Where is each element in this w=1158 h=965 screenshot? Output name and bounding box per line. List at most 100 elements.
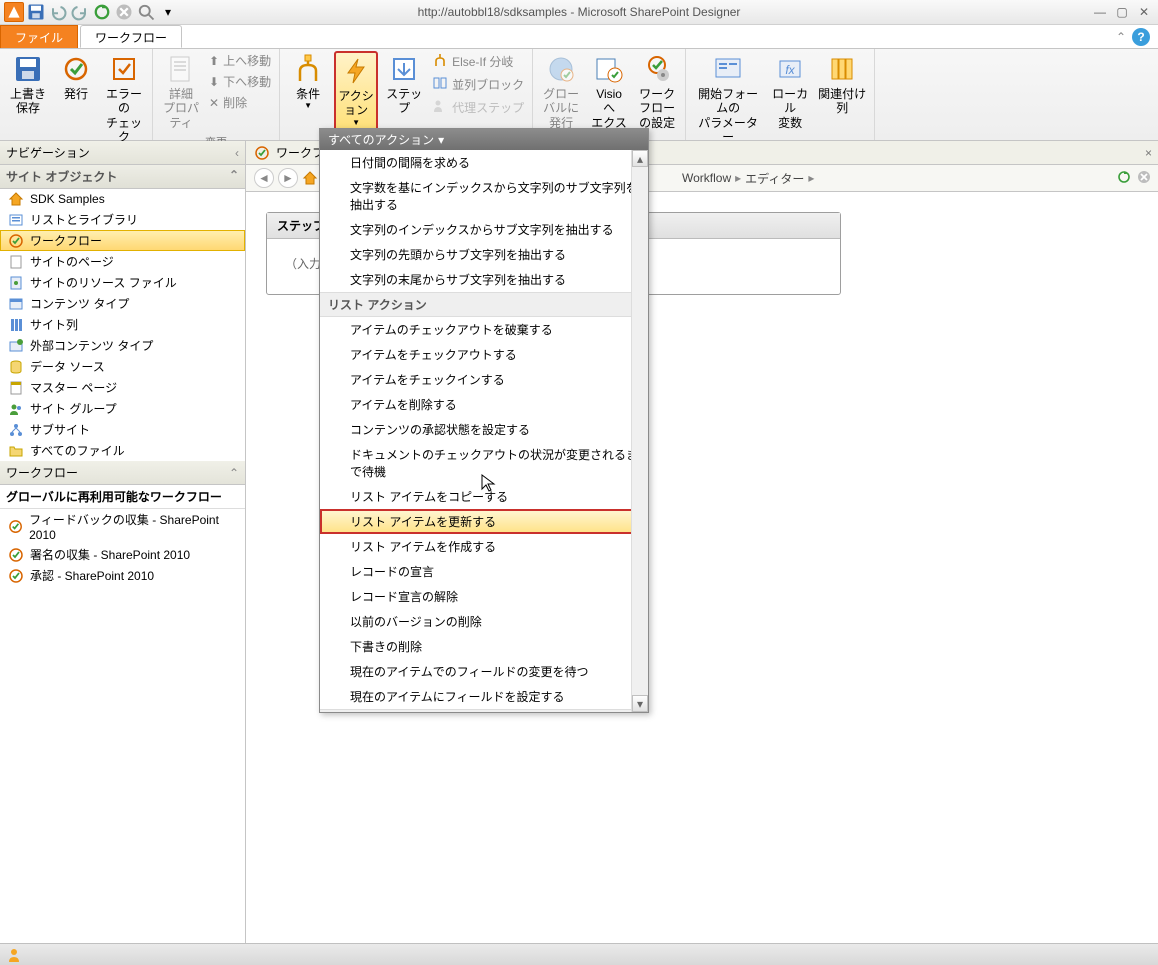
local-vars-button[interactable]: fxローカル 変数: [768, 51, 812, 132]
delegate-step-button[interactable]: 代理ステップ: [430, 97, 526, 118]
action-item[interactable]: リスト アイテムを作成する: [320, 534, 648, 559]
publish-global-button: グローバルに 発行: [539, 51, 583, 132]
save-icon[interactable]: [26, 2, 46, 22]
action-item[interactable]: アイテムのチェックアウトを破棄する: [320, 317, 648, 342]
file-tab[interactable]: ファイル: [0, 25, 78, 48]
action-item-update-list-item[interactable]: リスト アイテムを更新する: [320, 509, 648, 534]
undo-icon[interactable]: [48, 2, 68, 22]
crumb-arrow-icon: ▸: [735, 171, 741, 185]
help-icon[interactable]: ?: [1132, 28, 1150, 46]
scroll-up-icon[interactable]: ▴: [632, 150, 648, 167]
dropdown-scrollbar[interactable]: ▴ ▾: [631, 150, 648, 712]
nav-item-external-ct[interactable]: 外部コンテンツ タイプ: [0, 335, 245, 356]
status-user-icon[interactable]: [6, 947, 22, 963]
nav-item-lists[interactable]: リストとライブラリ: [0, 209, 245, 230]
home-icon[interactable]: [302, 170, 318, 186]
nav-back-icon[interactable]: ◄: [254, 168, 274, 188]
collapse-icon[interactable]: ‹: [235, 146, 239, 160]
list-icon: [8, 212, 24, 228]
action-item[interactable]: コンテンツの承認状態を設定する: [320, 417, 648, 442]
workflow-tab[interactable]: ワークフロー: [80, 25, 182, 48]
refresh-icon[interactable]: [1116, 169, 1132, 188]
stop-icon[interactable]: [114, 2, 134, 22]
save-button[interactable]: 上書き 保存: [6, 51, 50, 118]
parallel-block-button[interactable]: 並列ブロック: [430, 74, 526, 95]
wf-item-approval[interactable]: 承認 - SharePoint 2010: [0, 565, 245, 586]
assoc-columns-button[interactable]: 関連付け列: [816, 51, 868, 118]
arrow-up-icon: ⬆: [209, 54, 219, 68]
subsites-icon: [8, 422, 24, 438]
nav-item-data-sources[interactable]: データ ソース: [0, 356, 245, 377]
minimize-ribbon-icon[interactable]: ⌃: [1116, 30, 1126, 44]
branch-icon: [432, 52, 448, 71]
wf-item-feedback[interactable]: フィードバックの収集 - SharePoint 2010: [0, 509, 245, 544]
move-down-button: ⬇下へ移動: [207, 72, 273, 91]
redo-icon[interactable]: [70, 2, 90, 22]
publish-button[interactable]: 発行: [54, 51, 98, 103]
folder-icon: [8, 443, 24, 459]
chevron-down-icon: ▾: [438, 133, 444, 147]
nav-item-content-types[interactable]: コンテンツ タイプ: [0, 293, 245, 314]
action-item[interactable]: アイテムをチェックインする: [320, 367, 648, 392]
wf-item-signature[interactable]: 署名の収集 - SharePoint 2010: [0, 544, 245, 565]
action-button[interactable]: アクション▼: [334, 51, 378, 131]
action-item[interactable]: 文字数を基にインデックスから文字列のサブ文字列を抽出する: [320, 175, 648, 217]
maximize-icon[interactable]: ▢: [1114, 5, 1130, 19]
nav-item-groups[interactable]: サイト グループ: [0, 398, 245, 419]
app-logo[interactable]: [4, 2, 24, 22]
site-objects-header[interactable]: サイト オブジェクト ⌃: [0, 165, 245, 189]
scroll-down-icon[interactable]: ▾: [632, 695, 648, 712]
page-icon: [8, 254, 24, 270]
external-ct-icon: [8, 338, 24, 354]
action-item[interactable]: 現在のアイテムにフィールドを設定する: [320, 684, 648, 709]
action-item[interactable]: 現在のアイテムでのフィールドの変更を待つ: [320, 659, 648, 684]
nav-item-sdk-samples[interactable]: SDK Samples: [0, 189, 245, 209]
elseif-button[interactable]: Else-If 分岐: [430, 51, 526, 72]
action-item[interactable]: アイテムをチェックアウトする: [320, 342, 648, 367]
wf-panel-header: ワークフロー: [6, 464, 78, 481]
action-item[interactable]: 下書きの削除: [320, 634, 648, 659]
action-item[interactable]: 文字列の先頭からサブ文字列を抽出する: [320, 242, 648, 267]
wf-collapse-icon[interactable]: ⌃: [229, 466, 239, 480]
tab-close-icon[interactable]: ×: [1145, 146, 1152, 160]
delegate-icon: [432, 98, 448, 117]
stop-icon[interactable]: [1136, 169, 1152, 188]
close-icon[interactable]: ✕: [1136, 5, 1152, 19]
action-item[interactable]: アイテムを削除する: [320, 392, 648, 417]
action-dropdown: すべてのアクション ▾ 日付間の間隔を求める 文字数を基にインデックスから文字列…: [319, 128, 649, 713]
columns-icon: [8, 317, 24, 333]
workflow-icon: [254, 145, 270, 161]
error-check-button[interactable]: エラーの チェック: [102, 51, 146, 147]
qat-customize-icon[interactable]: ▾: [158, 2, 178, 22]
action-item[interactable]: 以前のバージョンの削除: [320, 609, 648, 634]
workflow-settings-button[interactable]: ワークフロー の設定: [635, 51, 679, 132]
condition-button[interactable]: 条件▼: [286, 51, 330, 113]
arrow-down-icon: ⬇: [209, 75, 219, 89]
dropdown-header[interactable]: すべてのアクション ▾: [320, 129, 648, 150]
action-item[interactable]: 文字列の末尾からサブ文字列を抽出する: [320, 267, 648, 292]
action-category-relation: 相互関係アクション: [320, 709, 648, 712]
preview-icon[interactable]: [136, 2, 156, 22]
action-item[interactable]: 文字列のインデックスからサブ文字列を抽出する: [320, 217, 648, 242]
action-item[interactable]: リスト アイテムをコピーする: [320, 484, 648, 509]
action-item[interactable]: 日付間の間隔を求める: [320, 150, 648, 175]
svg-text:fx: fx: [785, 63, 795, 77]
step-button[interactable]: ステップ: [382, 51, 426, 118]
crumb-editor[interactable]: エディター: [745, 170, 804, 187]
nav-item-pages[interactable]: サイトのページ: [0, 251, 245, 272]
action-item[interactable]: ドキュメントのチェックアウトの状況が変更されるまで待機: [320, 442, 648, 484]
nav-item-master-pages[interactable]: マスター ページ: [0, 377, 245, 398]
site-objects-tree: SDK Samples リストとライブラリ ワークフロー サイトのページ サイト…: [0, 189, 245, 461]
minimize-icon[interactable]: —: [1092, 5, 1108, 19]
nav-item-columns[interactable]: サイト列: [0, 314, 245, 335]
crumb-workflow[interactable]: Workflow: [682, 171, 731, 185]
action-item[interactable]: レコードの宣言: [320, 559, 648, 584]
nav-item-resources[interactable]: サイトのリソース ファイル: [0, 272, 245, 293]
refresh-icon[interactable]: [92, 2, 112, 22]
nav-item-all-files[interactable]: すべてのファイル: [0, 440, 245, 461]
nav-item-subsites[interactable]: サブサイト: [0, 419, 245, 440]
start-form-params-button[interactable]: 開始フォームの パラメーター: [692, 51, 764, 147]
nav-item-workflows[interactable]: ワークフロー: [0, 230, 245, 251]
action-item[interactable]: レコード宣言の解除: [320, 584, 648, 609]
nav-forward-icon[interactable]: ►: [278, 168, 298, 188]
